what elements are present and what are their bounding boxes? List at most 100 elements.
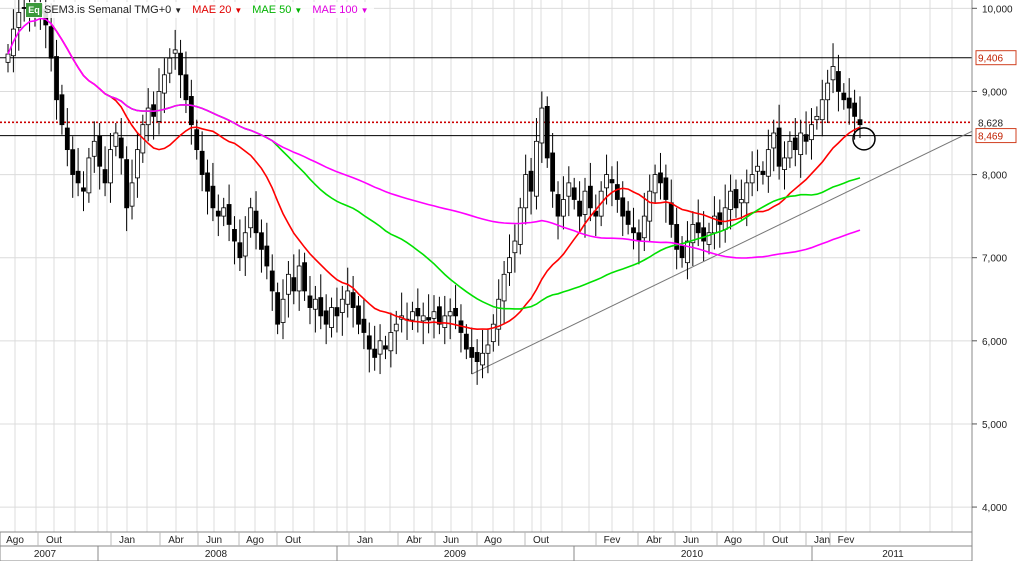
candle-body <box>64 127 70 151</box>
candle-body <box>561 199 566 217</box>
candle-body <box>221 207 227 217</box>
price-chart[interactable]: 4,000 5,000 6,000 7,000 8,000 9,000 10,000 9,40… <box>0 0 1022 561</box>
candle-body <box>188 96 194 126</box>
candle-body <box>798 132 804 156</box>
candle-body <box>5 53 11 63</box>
candle-body <box>728 190 733 210</box>
x-tick-label: Abr <box>406 535 422 546</box>
candle-body <box>836 71 841 92</box>
candle-body <box>447 311 453 317</box>
candle-body <box>523 174 529 209</box>
chart-legend: Eq SEM3.is Semanal TMG+0 ▼ MAE 20 ▼ MAE 5… <box>26 2 375 18</box>
x-tick-label: Jun <box>206 535 222 546</box>
candle-body <box>631 227 636 234</box>
y-tick-label: 8,000 <box>982 171 1007 182</box>
candle-body <box>356 305 361 325</box>
candle-body <box>469 347 475 358</box>
candle-body <box>480 352 485 366</box>
eq-logo-icon[interactable]: Eq <box>26 3 42 17</box>
candle-body <box>663 177 669 200</box>
candle-body <box>528 170 534 192</box>
dropdown-arrow-icon: ▼ <box>234 5 243 15</box>
legend-item-mae50[interactable]: MAE 50 ▼ <box>252 4 302 16</box>
candle-body <box>501 273 507 302</box>
year-label: 2008 <box>205 549 228 560</box>
circle-marker <box>852 127 876 151</box>
y-axis: 4,000 5,000 6,000 7,000 8,000 9,000 10,000 9,40… <box>971 0 1022 561</box>
legend-item-mae100[interactable]: MAE 100 ▼ <box>312 4 368 16</box>
candle-body <box>242 232 248 257</box>
candle-body <box>841 92 847 101</box>
mae100-line <box>7 17 861 259</box>
candle-body <box>852 102 858 117</box>
candle-body <box>16 12 22 28</box>
support-trendline[interactable] <box>471 91 1022 375</box>
dropdown-arrow-icon: ▼ <box>294 5 303 15</box>
candle-body <box>544 106 550 159</box>
candle-body <box>302 262 307 292</box>
grid-lines <box>0 0 972 532</box>
candle-body <box>339 298 345 313</box>
candle-body <box>237 242 243 259</box>
candle-body <box>534 140 539 197</box>
candle-body <box>350 292 356 308</box>
candle-body <box>771 132 777 149</box>
candle-body <box>604 174 609 189</box>
candle-body <box>361 318 367 333</box>
candle-body <box>463 333 469 350</box>
candle-body <box>48 26 54 59</box>
year-label: 2009 <box>444 549 467 560</box>
x-tick-label: Jun <box>443 535 459 546</box>
candle-body <box>722 207 728 230</box>
y-tick-label: 4,000 <box>982 503 1007 514</box>
candle-body <box>744 182 750 204</box>
y-tick-label: 10,000 <box>982 4 1013 15</box>
y-tick-label: 5,000 <box>982 420 1007 431</box>
candle-body <box>334 307 340 317</box>
candle-body <box>620 197 626 217</box>
candle-body <box>755 165 760 172</box>
candle-body <box>210 185 216 209</box>
candle-body <box>668 202 674 225</box>
dropdown-arrow-icon: ▼ <box>360 5 369 15</box>
candle-body <box>507 257 512 274</box>
candle-body <box>701 227 707 242</box>
candle-body <box>286 273 291 295</box>
candle-body <box>108 149 113 184</box>
candle-body <box>167 57 173 74</box>
candle-body <box>733 189 739 209</box>
candle-body <box>329 307 334 328</box>
candle-body <box>194 129 200 151</box>
candle-body <box>226 204 232 225</box>
candle-body <box>291 277 297 292</box>
candle-body <box>550 152 556 192</box>
candle-body <box>609 179 615 184</box>
candle-body <box>695 222 701 234</box>
candle-body <box>377 340 383 355</box>
candle-body <box>307 295 313 308</box>
candle-body <box>415 307 421 317</box>
candle-body <box>113 132 119 147</box>
y-tick-label: 7,000 <box>982 254 1007 265</box>
dropdown-arrow-icon[interactable]: ▼ <box>174 6 182 15</box>
candle-body <box>215 210 221 217</box>
x-tick-label: Ago <box>724 535 742 546</box>
candle-body <box>366 335 372 350</box>
x-tick-label: Jan <box>814 535 830 546</box>
candle-body <box>496 298 502 330</box>
symbol-label[interactable]: SEM3.is Semanal TMG+0 <box>44 4 171 16</box>
candle-body <box>178 52 183 76</box>
x-tick-label: Ago <box>6 535 24 546</box>
legend-item-mae20[interactable]: MAE 20 ▼ <box>192 4 242 16</box>
candle-body <box>253 210 259 234</box>
y-tick-label: 6,000 <box>982 337 1007 348</box>
x-tick-label: Jun <box>683 535 699 546</box>
x-tick-label: Out <box>772 535 788 546</box>
candle-body <box>296 265 302 292</box>
candle-body <box>577 200 582 217</box>
trendline[interactable] <box>471 91 1022 375</box>
candle-body <box>156 91 162 122</box>
x-tick-label: Out <box>285 535 301 546</box>
candle-body <box>512 240 518 254</box>
candle-body <box>54 56 59 101</box>
